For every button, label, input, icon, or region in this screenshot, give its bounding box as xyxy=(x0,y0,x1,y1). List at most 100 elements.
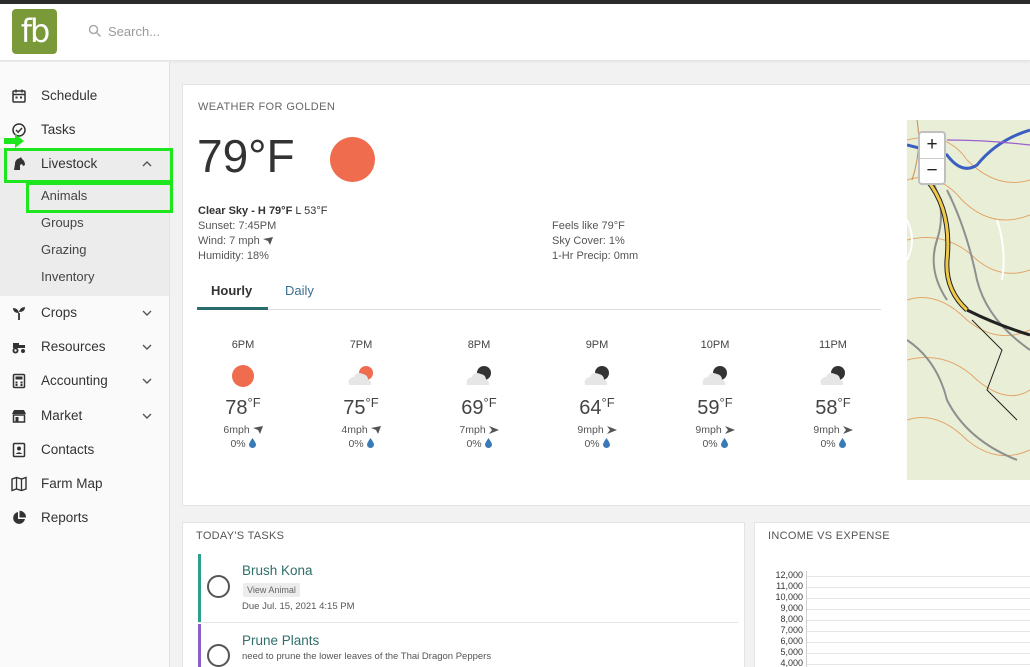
sidebar-item-farm-map[interactable]: Farm Map xyxy=(0,467,169,501)
sidebar-item-resources[interactable]: Resources xyxy=(0,330,169,364)
hour-time: 9PM xyxy=(585,339,609,351)
hourly-forecast-item: 7PM 75°F 4mph 0% xyxy=(311,339,411,450)
sidebar-subitem-grazing[interactable]: Grazing xyxy=(41,242,87,257)
store-icon xyxy=(12,410,26,423)
chart-gridline xyxy=(807,653,1030,654)
hour-temp: 64 xyxy=(579,397,602,419)
weather-title: WEATHER FOR GOLDEN xyxy=(198,101,336,113)
feels-like-text: Feels like 79°F xyxy=(552,220,625,232)
wind-direction-icon xyxy=(842,426,853,434)
view-animal-badge[interactable]: View Animal xyxy=(243,583,300,597)
weather-condition: Clear Sky - H 79°F L 53°F xyxy=(198,205,328,217)
app-logo[interactable]: fb xyxy=(12,9,57,54)
hour-wind: 9mph xyxy=(813,424,840,436)
hour-temp: 75 xyxy=(343,397,366,419)
raindrop-icon xyxy=(720,438,728,448)
sidebar-subitem-groups[interactable]: Groups xyxy=(41,215,84,230)
task-name[interactable]: Brush Kona xyxy=(242,563,313,578)
raindrop-icon xyxy=(248,438,256,448)
hour-wind: 9mph xyxy=(577,424,604,436)
chart-gridline xyxy=(807,609,1030,610)
zoom-out-button[interactable]: − xyxy=(920,159,944,184)
sidebar-item-contacts[interactable]: Contacts xyxy=(0,433,169,467)
hourly-forecast-item: 6PM 78°F 6mph 0% xyxy=(193,339,293,450)
sidebar-item-market[interactable]: Market xyxy=(0,399,169,433)
y-tick-label: 4,000 xyxy=(780,658,803,667)
hour-time: 6PM xyxy=(231,339,255,351)
hourly-forecast-item: 9PM 64°F 9mph 0% xyxy=(547,339,647,450)
raindrop-icon xyxy=(484,438,492,448)
hour-precip: 0% xyxy=(820,438,836,450)
sidebar-item-crops[interactable]: Crops xyxy=(0,296,169,330)
sidebar-subitem-inventory[interactable]: Inventory xyxy=(41,269,94,284)
wind-line: Wind: 7 mph xyxy=(198,235,273,247)
highlight-arrow-icon xyxy=(4,134,24,148)
sidebar-item-label: Contacts xyxy=(41,442,95,457)
map-icon xyxy=(11,476,27,492)
tabs-divider xyxy=(197,309,881,310)
task-item[interactable]: Brush Kona View Animal Due Jul. 15, 2021… xyxy=(198,554,734,622)
hour-time: 8PM xyxy=(467,339,491,351)
zoom-in-button[interactable]: + xyxy=(920,133,944,158)
tab-hourly[interactable]: Hourly xyxy=(211,283,252,298)
hour-temp: 59 xyxy=(697,397,720,419)
chevron-down-icon[interactable] xyxy=(141,376,153,386)
wind-direction-icon xyxy=(488,426,499,434)
sidebar-item-label: Reports xyxy=(41,510,89,525)
task-color-bar xyxy=(198,624,201,667)
y-tick-label: 12,000 xyxy=(775,570,803,580)
top-bar: fb xyxy=(0,4,1030,61)
y-tick-label: 7,000 xyxy=(780,625,803,635)
low-label: L xyxy=(295,205,302,217)
raindrop-icon xyxy=(366,438,374,448)
hourly-forecast-item: 11PM 58°F 9mph 0% xyxy=(783,339,883,450)
tab-daily[interactable]: Daily xyxy=(285,283,314,298)
sidebar-item-reports[interactable]: Reports xyxy=(0,501,169,535)
sidebar-item-label: Tasks xyxy=(41,122,76,137)
calculator-icon xyxy=(12,373,26,389)
highlight-livestock xyxy=(4,148,173,183)
chart-gridline xyxy=(807,576,1030,577)
chevron-down-icon[interactable] xyxy=(141,411,153,421)
hour-precip: 0% xyxy=(702,438,718,450)
sky-cover-text: Sky Cover: 1% xyxy=(552,235,625,247)
temp-unit: °F xyxy=(601,395,615,410)
temp-unit: °F xyxy=(365,395,379,410)
y-tick-label: 6,000 xyxy=(780,636,803,646)
chart-gridline xyxy=(807,587,1030,588)
tasks-title: TODAY'S TASKS xyxy=(196,530,285,542)
hourly-forecast-item: 8PM 69°F 7mph 0% xyxy=(429,339,529,450)
sun-icon xyxy=(226,363,260,389)
task-name[interactable]: Prune Plants xyxy=(242,633,319,648)
hour-temp: 78 xyxy=(225,397,248,419)
y-tick-label: 9,000 xyxy=(780,603,803,613)
active-tab-indicator xyxy=(197,307,268,310)
hour-precip: 0% xyxy=(466,438,482,450)
hour-precip: 0% xyxy=(348,438,364,450)
hour-wind: 6mph xyxy=(223,424,250,436)
sidebar-item-label: Resources xyxy=(41,339,106,354)
temp-unit: °F xyxy=(719,395,733,410)
sidebar-item-schedule[interactable]: Schedule xyxy=(0,79,169,113)
pie-chart-icon xyxy=(13,510,27,524)
task-checkbox[interactable] xyxy=(207,575,230,598)
task-item[interactable]: Prune Plants need to prune the lower lea… xyxy=(198,624,734,667)
wind-text: Wind: 7 mph xyxy=(198,235,260,247)
sidebar-item-label: Market xyxy=(41,408,83,423)
task-checkbox[interactable] xyxy=(207,644,230,667)
chart-gridline xyxy=(807,620,1030,621)
condition-text: Clear Sky - H xyxy=(198,205,266,217)
chevron-down-icon[interactable] xyxy=(141,308,153,318)
raindrop-icon xyxy=(838,438,846,448)
hour-time: 11PM xyxy=(819,339,847,351)
humidity-text: Humidity: 18% xyxy=(198,250,269,262)
tractor-icon xyxy=(12,343,25,354)
precip-text: 1-Hr Precip: 0mm xyxy=(552,250,639,262)
sidebar-item-accounting[interactable]: Accounting xyxy=(0,364,169,398)
chevron-down-icon[interactable] xyxy=(141,342,153,352)
address-card-icon xyxy=(12,442,26,458)
y-tick-label: 8,000 xyxy=(780,614,803,624)
partly-cloudy-night-icon xyxy=(580,363,614,389)
hour-time: 7PM xyxy=(349,339,373,351)
search-input[interactable] xyxy=(108,19,408,43)
